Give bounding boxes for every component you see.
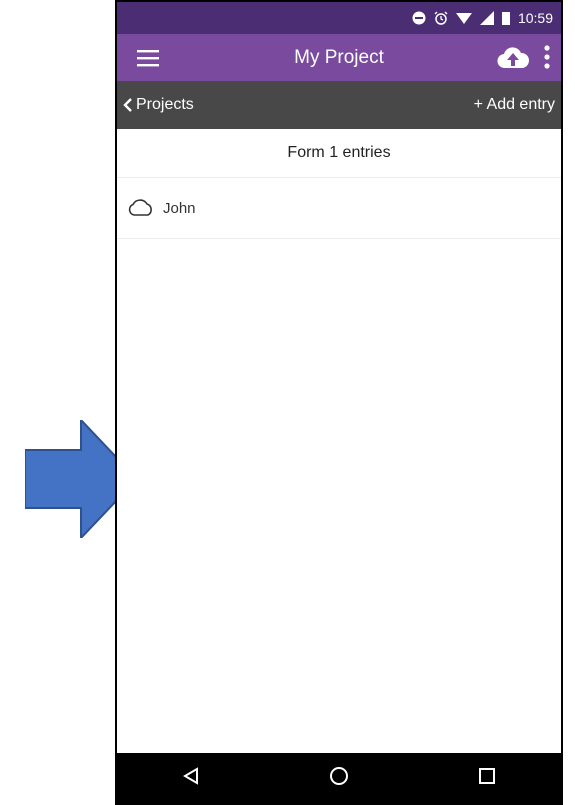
recents-square-icon[interactable] (478, 767, 496, 790)
status-time: 10:59 (517, 10, 553, 26)
signal-icon (479, 11, 494, 25)
alarm-icon (434, 11, 448, 25)
cloud-upload-icon[interactable] (497, 44, 529, 70)
phone-screen: 10:59 My Project Projects + Add entry Fo… (115, 0, 563, 805)
chevron-left-icon (123, 98, 132, 112)
nav-bar: Projects + Add entry (117, 81, 561, 129)
list-title: Form 1 entries (117, 129, 561, 178)
system-nav-bar (117, 753, 561, 803)
app-bar: My Project (117, 34, 561, 81)
more-vert-icon[interactable] (543, 44, 551, 70)
wifi-icon (455, 13, 472, 24)
app-title: My Project (294, 46, 384, 68)
status-bar: 10:59 (117, 2, 561, 34)
list-item[interactable]: John (117, 178, 561, 239)
home-circle-icon[interactable] (329, 766, 349, 791)
back-triangle-icon[interactable] (182, 766, 200, 790)
battery-icon (501, 12, 510, 25)
back-to-projects-button[interactable]: Projects (123, 96, 194, 114)
add-entry-label: + Add entry (473, 96, 555, 113)
back-label: Projects (136, 96, 194, 113)
add-entry-button[interactable]: + Add entry (474, 96, 555, 114)
hamburger-menu-icon[interactable] (137, 48, 159, 68)
do-not-disturb-icon (412, 11, 426, 25)
cloud-outline-icon (128, 199, 152, 216)
entry-name: John (163, 199, 196, 217)
